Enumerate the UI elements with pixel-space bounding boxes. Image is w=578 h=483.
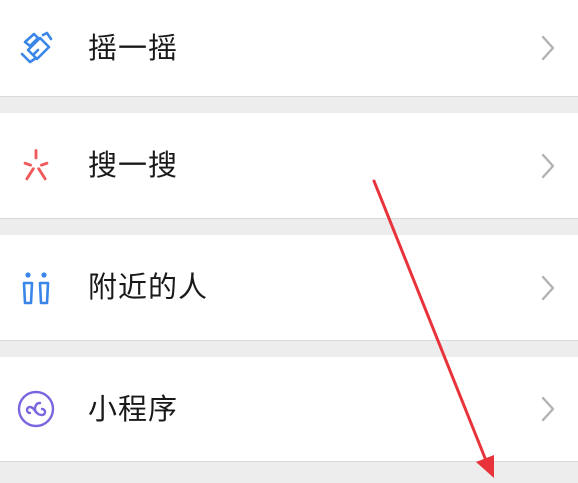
divider [0,340,578,341]
chevron-right-icon [541,396,555,422]
chevron-right-icon [541,275,555,300]
menu-item-shake[interactable]: 摇一摇 [0,0,578,96]
divider [0,461,578,462]
menu-item-label: 附近的人 [88,270,209,304]
chevron-right-icon [541,153,555,178]
menu-item-label: 摇一摇 [88,30,179,65]
menu-item-label: 搜一搜 [88,148,179,182]
divider [0,96,578,97]
menu-item-search[interactable]: 搜一搜 [0,113,578,218]
chevron-right-icon [541,35,555,61]
menu-item-label: 小程序 [88,391,179,426]
menu-item-mini-program[interactable]: 小程序 [0,357,578,461]
mini-program-icon [16,389,56,429]
menu-item-people-nearby[interactable]: 附近的人 [0,235,578,340]
discover-menu-screen: 摇一摇 搜一搜 附近的人 小程序 [0,0,578,483]
divider [0,218,578,219]
search-spark-icon [16,146,56,186]
shake-icon [16,28,56,68]
people-nearby-icon [16,268,56,308]
